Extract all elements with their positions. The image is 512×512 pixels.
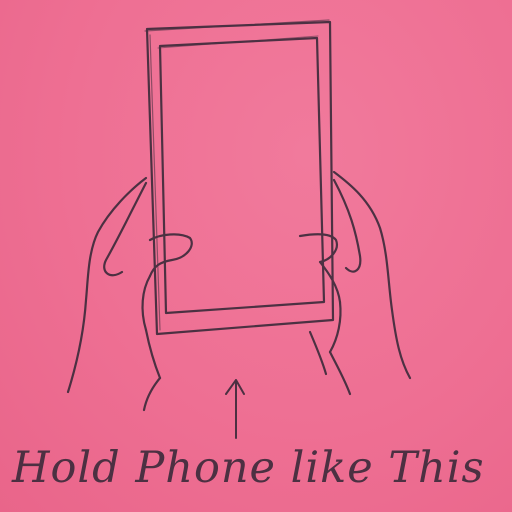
phone-screen [158, 36, 326, 315]
left-hand [66, 176, 148, 394]
up-arrow-icon [225, 379, 245, 439]
phone-holding-sketch [66, 19, 412, 439]
phone-outer-frame [145, 20, 335, 336]
handwritten-caption: Hold Phone like This [12, 443, 485, 493]
sketch-scene: Hold Phone like This [0, 0, 512, 512]
